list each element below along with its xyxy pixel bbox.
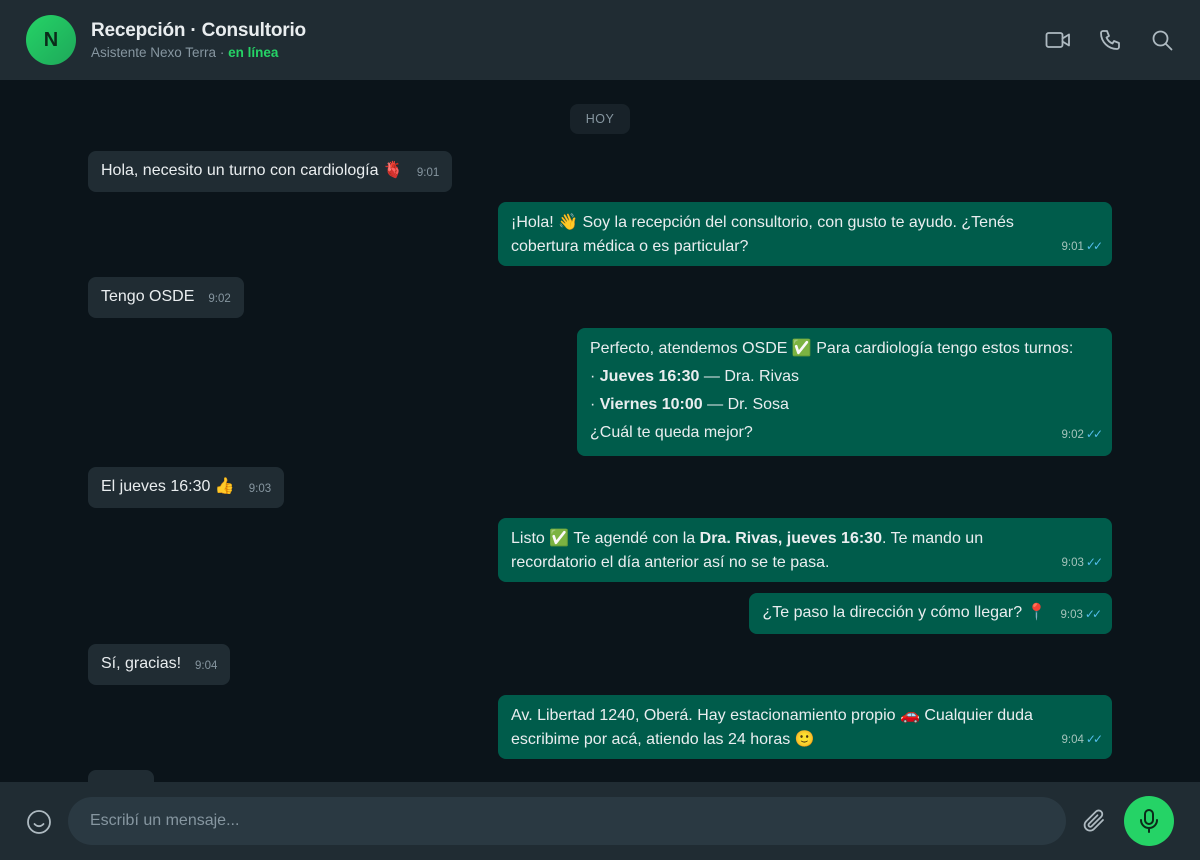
message-time: 9:01 xyxy=(1061,241,1084,253)
read-receipt-icon: ✓✓ xyxy=(1085,239,1103,253)
contact-name: Asistente Nexo Terra xyxy=(91,45,217,60)
emoji-icon xyxy=(27,810,51,834)
message-time: 9:04 xyxy=(195,660,218,672)
message-outgoing[interactable]: ¡Hola! 👋 Soy la recepción del consultori… xyxy=(498,202,1112,266)
read-receipt-icon: ✓✓ xyxy=(1085,427,1103,441)
message-meta: 9:01 ✓✓ xyxy=(1061,234,1104,259)
message-text: Hola, necesito un turno con cardiología … xyxy=(101,162,403,179)
read-receipt-icon: ✓✓ xyxy=(1084,607,1102,621)
voice-message-button[interactable] xyxy=(1124,796,1174,846)
slot-bullet: · xyxy=(590,396,600,413)
slot-time: Jueves 16:30 xyxy=(599,368,700,385)
message-text-line: escribime por acá, atiendo las 24 horas … xyxy=(511,731,815,748)
search-button[interactable] xyxy=(1149,28,1175,52)
message-composer xyxy=(0,782,1200,860)
paperclip-icon xyxy=(1083,809,1104,832)
chat-header: N Recepción · Consultorio Asistente Nexo… xyxy=(0,0,1200,80)
message-input[interactable] xyxy=(68,797,1066,845)
message-text-line: Av. Libertad 1240, Oberá. Hay estacionam… xyxy=(511,707,1033,724)
message-text-line: recordatorio el día anterior así no se t… xyxy=(511,554,830,571)
message-time: 9:02 xyxy=(1061,429,1084,441)
online-status: en línea xyxy=(228,45,279,60)
contact-info[interactable]: Recepción · Consultorio Asistente Nexo T… xyxy=(91,20,306,60)
message-text: Sí, gracias! xyxy=(101,655,182,672)
message-outgoing[interactable]: ¿Te paso la dirección y cómo llegar? 📍 9… xyxy=(749,593,1112,634)
video-call-button[interactable] xyxy=(1045,28,1071,52)
slot-time: Viernes 10:00 xyxy=(599,396,703,413)
emoji-button[interactable] xyxy=(26,809,52,835)
message-incoming[interactable]: Tengo OSDE 9:02 xyxy=(88,277,244,318)
message-text-line: Perfecto, atendemos OSDE ✅ Para cardiolo… xyxy=(590,340,1074,357)
video-camera-icon xyxy=(1045,32,1070,48)
attach-button[interactable] xyxy=(1082,808,1108,836)
message-meta: 9:03 ✓✓ xyxy=(1061,550,1104,575)
message-incoming[interactable]: El jueves 16:30 👍 9:03 xyxy=(88,467,285,508)
subtitle-separator: · xyxy=(216,45,229,60)
message-text-part: Listo ✅ Te agendé con la xyxy=(511,530,700,547)
day-divider: HOY xyxy=(570,104,630,134)
message-outgoing[interactable]: Listo ✅ Te agendé con la Dra. Rivas, jue… xyxy=(498,518,1112,582)
search-icon xyxy=(1152,30,1173,51)
message-incoming[interactable]: Hola, necesito un turno con cardiología … xyxy=(88,151,453,192)
phone-icon xyxy=(1100,30,1120,50)
voice-call-button[interactable] xyxy=(1097,28,1123,52)
message-time: 9:03 xyxy=(1060,609,1083,621)
contact-subtitle: Asistente Nexo Terra · en línea xyxy=(91,45,306,60)
message-time: 9:02 xyxy=(208,293,231,305)
slot-doctor: — Dra. Rivas xyxy=(699,368,799,385)
message-text-line: ¿Cuál te queda mejor? xyxy=(590,424,753,441)
message-text-line: ¡Hola! 👋 Soy la recepción del consultori… xyxy=(511,214,1014,231)
contact-title: Recepción · Consultorio xyxy=(91,20,306,41)
message-time: 9:03 xyxy=(248,483,272,495)
avatar[interactable]: N xyxy=(26,15,76,65)
microphone-icon xyxy=(1140,809,1158,833)
read-receipt-icon: ✓✓ xyxy=(1085,732,1103,746)
message-text-bold: Dra. Rivas, jueves 16:30 xyxy=(699,530,882,547)
appointment-slot: · Viernes 10:00 — Dr. Sosa xyxy=(590,391,1100,419)
message-text: ¿Te paso la dirección y cómo llegar? 📍 xyxy=(762,604,1047,621)
appointment-slot: · Jueves 16:30 — Dra. Rivas xyxy=(590,363,1100,391)
message-outgoing[interactable]: Av. Libertad 1240, Oberá. Hay estacionam… xyxy=(498,695,1112,759)
message-meta: 9:03 ✓✓ xyxy=(1060,602,1103,627)
message-list[interactable]: HOY Hola, necesito un turno con cardiolo… xyxy=(0,80,1200,782)
slot-doctor: — Dr. Sosa xyxy=(702,396,789,413)
message-text-part: . Te mando un xyxy=(881,530,984,547)
message-time: 9:01 xyxy=(416,167,440,179)
message-meta: 9:04 ✓✓ xyxy=(1061,727,1104,752)
message-outgoing[interactable]: Perfecto, atendemos OSDE ✅ Para cardiolo… xyxy=(577,328,1112,456)
message-time: 9:03 xyxy=(1061,557,1084,569)
message-text-line: cobertura médica o es particular? xyxy=(511,238,749,255)
message-incoming-partial xyxy=(88,770,154,782)
read-receipt-icon: ✓✓ xyxy=(1085,555,1103,569)
slot-bullet: · xyxy=(590,368,600,385)
message-meta: 9:02 ✓✓ xyxy=(1061,420,1104,449)
message-incoming[interactable]: Sí, gracias! 9:04 xyxy=(88,644,231,685)
message-text-line: Listo ✅ Te agendé con la Dra. Rivas, jue… xyxy=(511,527,1100,551)
message-time: 9:04 xyxy=(1061,734,1084,746)
message-text: El jueves 16:30 👍 xyxy=(101,478,235,495)
message-text: Tengo OSDE xyxy=(101,288,195,305)
